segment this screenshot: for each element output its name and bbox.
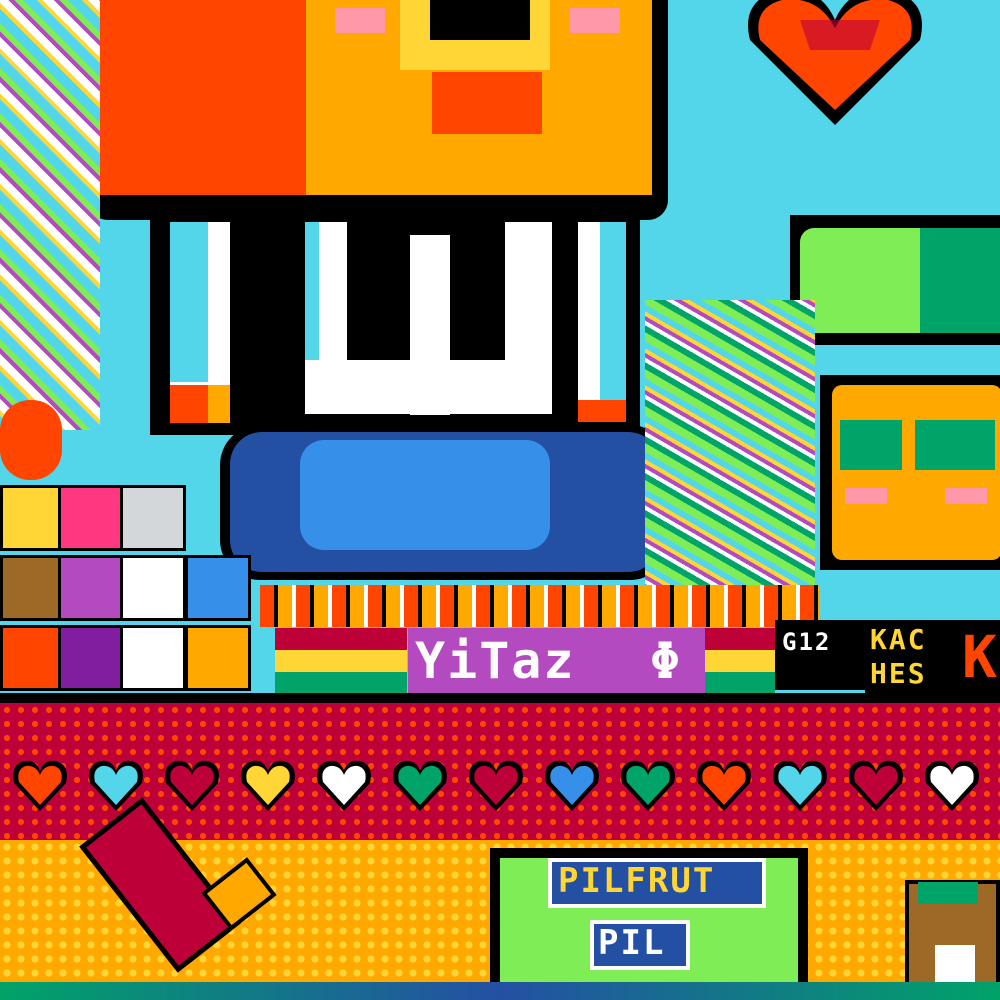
avatar-tile-6 [120,555,186,621]
pixel-canvas[interactable]: YiTaz Φ G12 KAC HES K PILFRUT PIL [0,0,1000,1000]
yellow-face [832,385,1000,560]
right-leg-foot [578,400,626,422]
green-block-shade [920,228,1000,333]
cube-cheek-right [570,8,620,33]
cat-snout [935,945,975,985]
heart-flag-4-icon [238,755,298,815]
heart-flag-3-icon [162,755,222,815]
avatar-tile-11 [185,625,251,691]
heart-flag-8-icon [542,755,602,815]
cube-cheek-left [335,8,385,33]
tag-badge: G12 [782,628,832,656]
pilfrut-label: PILFRUT [558,861,716,901]
cube-eye [430,0,530,40]
left-leg-shade [170,222,208,382]
w-letter-gap-left [347,235,410,360]
avatar-tile-7 [185,555,251,621]
heart-top-right-icon [740,0,930,130]
avatar-tile-3 [120,485,186,551]
heart-flag-9-icon [618,755,678,815]
checker-strip [260,585,820,627]
heart-flag-10-icon [694,755,754,815]
yellow-face-eye-left [840,420,902,470]
avatar-tile-9 [58,625,124,691]
flag-heart-bolivia [705,628,775,693]
avatar-tile-8 [0,625,66,691]
heart-flag-13-icon [922,755,982,815]
pil-label: PIL [598,923,666,963]
avatar-tile-2 [58,485,124,551]
tag-line-2: HES [870,657,927,690]
yellow-face-cheek-right [945,488,987,504]
heart-flag-7-icon [466,755,526,815]
yellow-face-eye-right [915,420,995,470]
avatar-tile-10 [120,625,186,691]
separator-line [0,693,1000,703]
blue-pill-highlight [300,440,550,550]
right-leg-shade [600,222,626,402]
banner-symbol: Φ [650,632,683,690]
tag-line-1: KAC [870,623,927,656]
cube-mouth [432,72,542,134]
left-orange-face [0,400,62,480]
banner-text: YiTaz [415,632,576,690]
flag-bolivia-left [275,628,407,693]
heart-flag-5-icon [314,755,374,815]
cat-hat [918,882,978,904]
pixel-vegetation [645,300,815,600]
tag-letter: K [962,623,999,691]
yellow-face-cheek-left [845,488,887,504]
avatar-tile-1 [0,485,66,551]
avatar-tile-4 [0,555,66,621]
heart-flag-6-icon [390,755,450,815]
heart-flag-11-icon [770,755,830,815]
left-column-mosaic [0,0,100,430]
avatar-tile-5 [58,555,124,621]
heart-flag-1-icon [10,755,70,815]
cube-character-left-face [96,0,306,195]
bottom-stripe [0,982,1000,1000]
left-leg-foot-gold [208,385,230,423]
w-letter-gap-right [450,235,505,360]
heart-flag-12-icon [846,755,906,815]
w-letter-bottom [305,360,552,414]
